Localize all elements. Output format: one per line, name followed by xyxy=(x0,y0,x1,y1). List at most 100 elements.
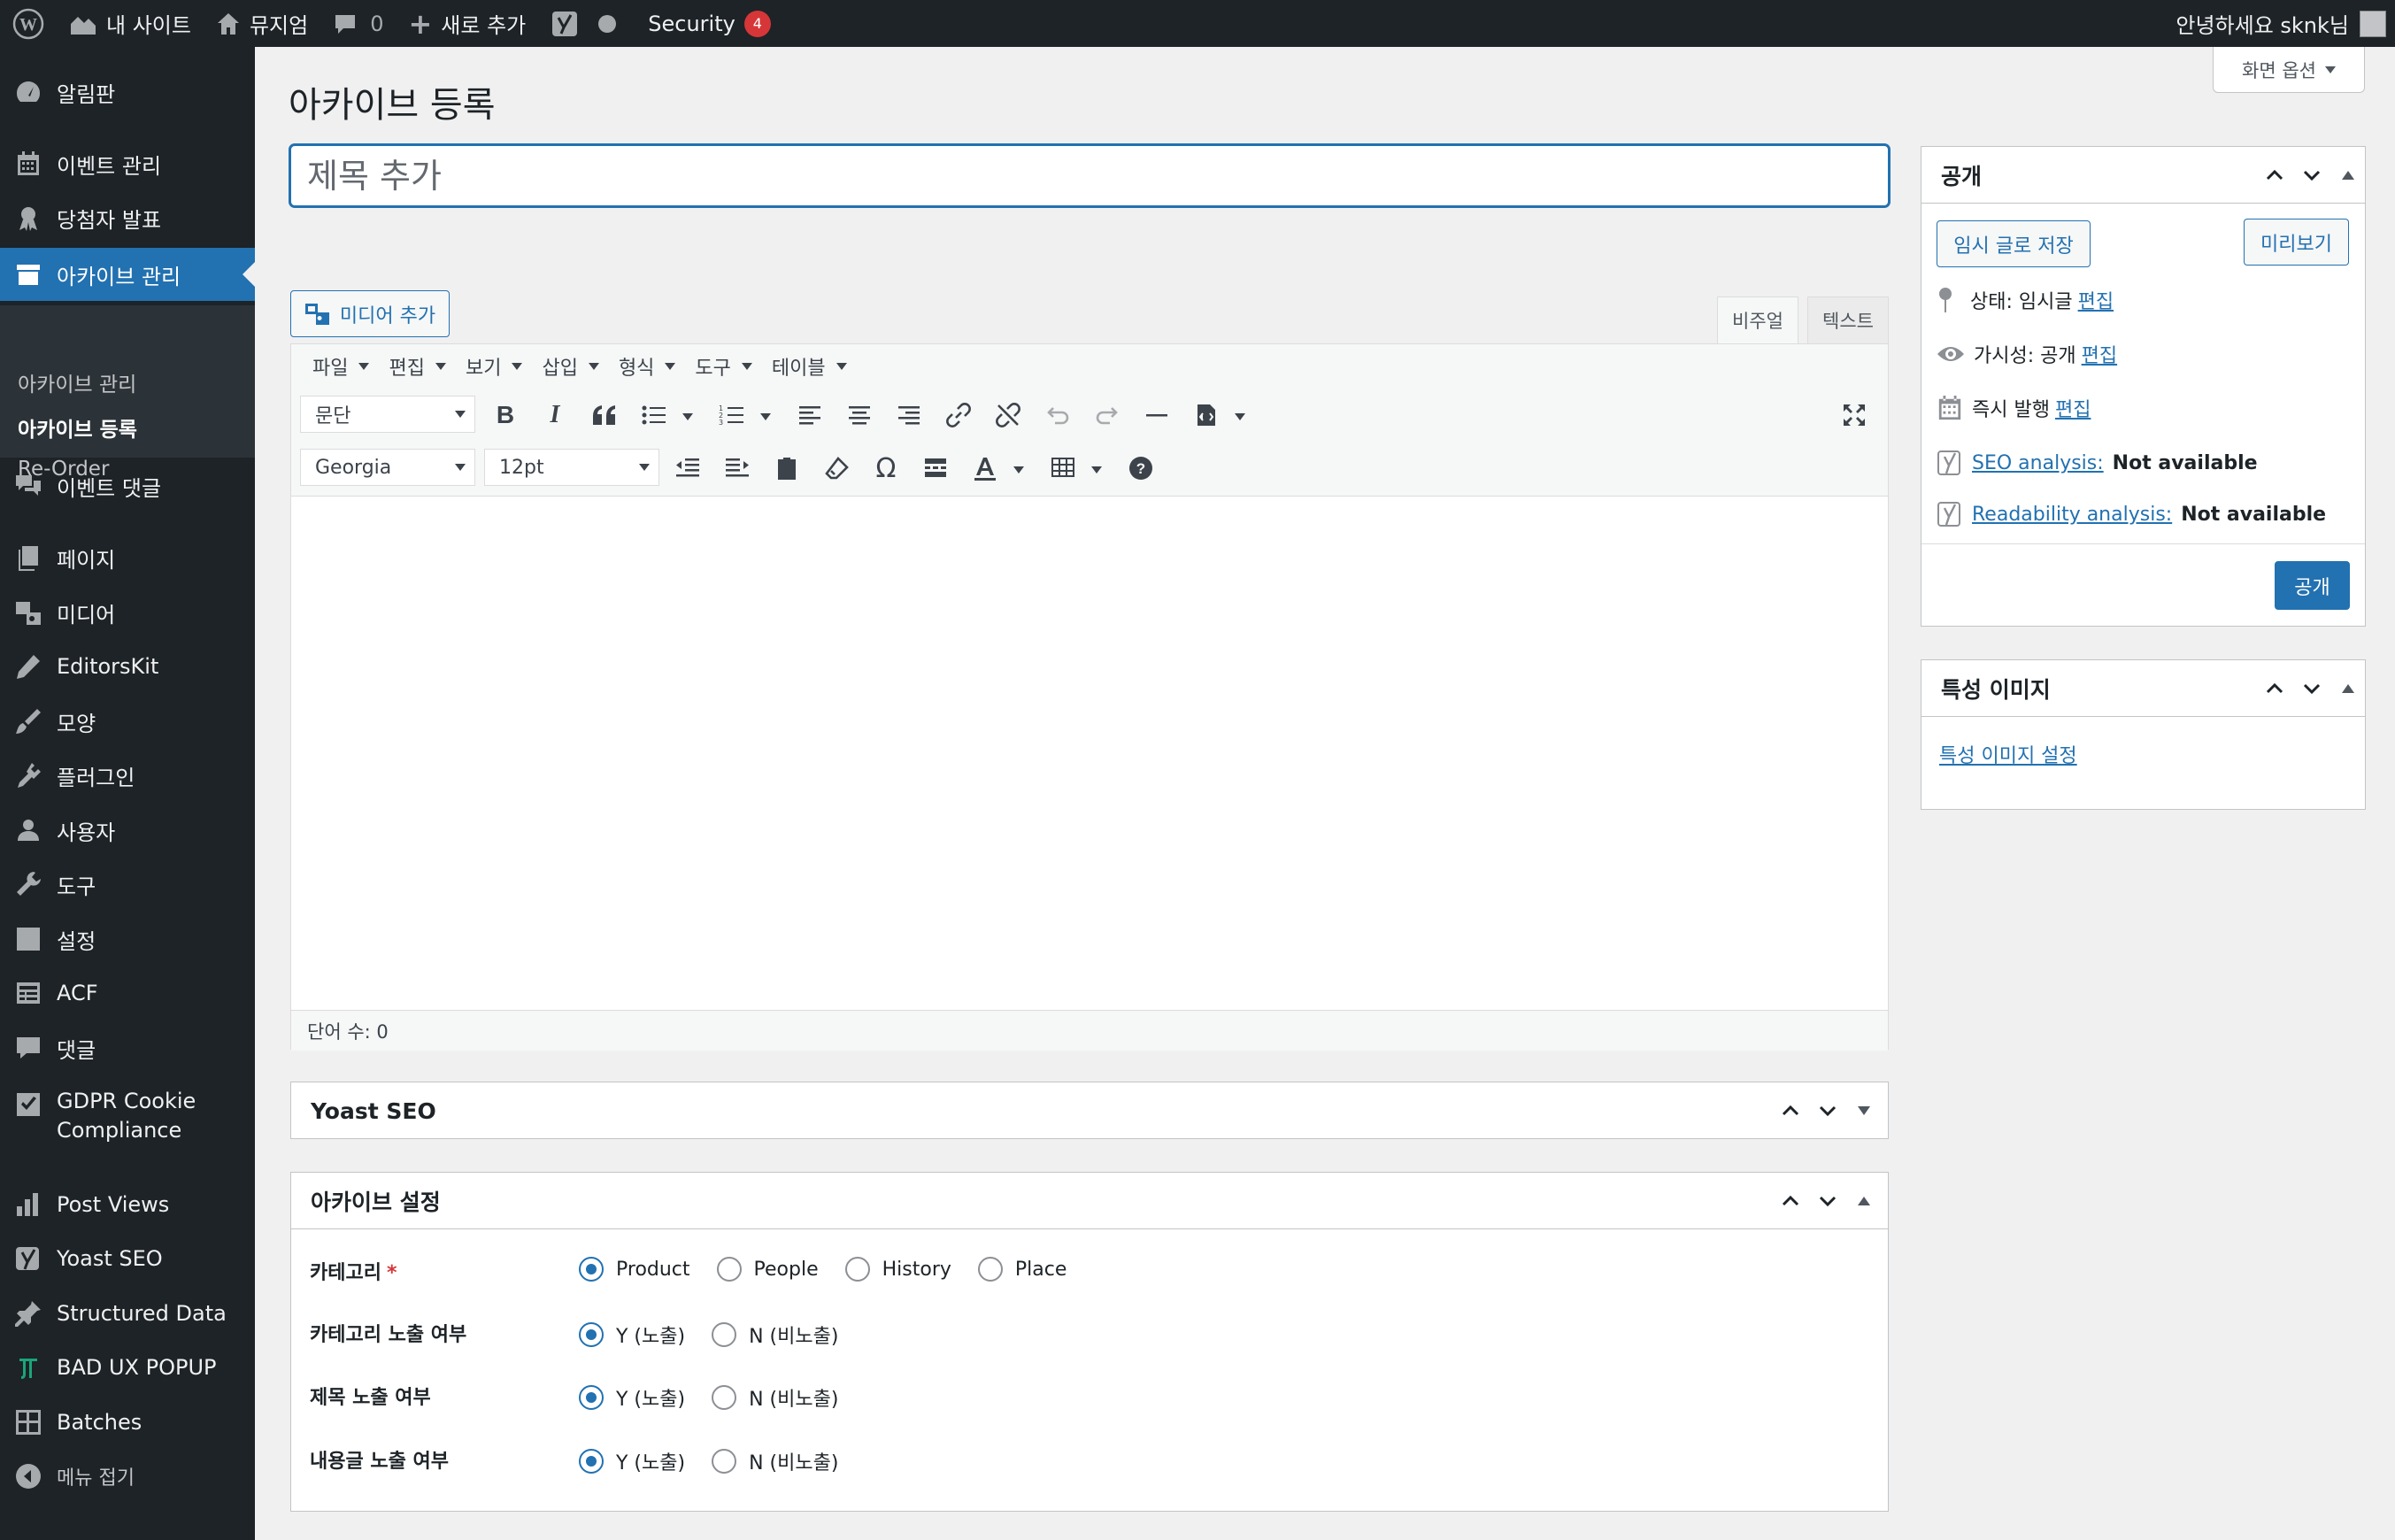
content-expose-no[interactable]: N (비노출) xyxy=(712,1447,838,1475)
radio-button[interactable] xyxy=(977,1257,1003,1282)
yoast-menu[interactable] xyxy=(538,0,628,47)
readability-analysis-link[interactable]: Readability analysis: xyxy=(1972,504,2172,526)
archive-settings-header[interactable]: 아카이브 설정 xyxy=(291,1173,1888,1229)
menu-format[interactable]: 형식 xyxy=(610,352,686,381)
move-down-icon[interactable] xyxy=(1815,1189,1840,1213)
menu-table[interactable]: 테이블 xyxy=(763,352,858,381)
edit-date-link[interactable]: 편집 xyxy=(2055,394,2091,422)
tab-visual[interactable]: 비주얼 xyxy=(1717,296,1798,344)
toggle-panel-icon[interactable] xyxy=(1858,1197,1870,1205)
title-expose-no[interactable]: N (비노출) xyxy=(712,1383,838,1412)
new-content-menu[interactable]: + 새로 추가 xyxy=(396,0,538,47)
yoast-seo-header[interactable]: Yoast SEO xyxy=(291,1082,1888,1139)
sidebar-item-bad-ux-popup[interactable]: BAD UX POPUP xyxy=(0,1348,255,1387)
sidebar-item-gdpr[interactable]: GDPR Cookie Compliance xyxy=(0,1087,255,1152)
numbered-list-caret-icon[interactable] xyxy=(760,413,771,420)
outdent-button[interactable] xyxy=(674,454,702,482)
bullet-list-caret-icon[interactable] xyxy=(682,413,693,420)
move-up-icon[interactable] xyxy=(1778,1189,1803,1213)
format-select[interactable]: 문단 xyxy=(300,396,475,433)
fullscreen-button[interactable] xyxy=(1840,401,1868,429)
sidebar-item-acf[interactable]: ACF xyxy=(0,974,255,1013)
radio-button[interactable] xyxy=(712,1322,737,1347)
my-account-menu[interactable]: 안녕하세요 sknk님 xyxy=(2176,0,2395,47)
sidebar-item-post-views[interactable]: Post Views xyxy=(0,1185,255,1224)
preview-button[interactable]: 미리보기 xyxy=(2244,219,2349,266)
category-expose-yes[interactable]: Y (노출) xyxy=(579,1321,685,1349)
toggle-panel-icon[interactable] xyxy=(2342,684,2354,693)
bullet-list-button[interactable] xyxy=(640,401,668,429)
code-block-button[interactable] xyxy=(1192,401,1221,429)
sidebar-item-appearance[interactable]: 모양 xyxy=(0,702,255,741)
submenu-archive-list[interactable]: 아카이브 관리 xyxy=(18,367,136,397)
text-color-caret-icon[interactable] xyxy=(1013,466,1024,474)
comments-menu[interactable]: 0 xyxy=(320,0,396,47)
move-up-icon[interactable] xyxy=(1778,1098,1803,1123)
numbered-list-button[interactable]: 123 xyxy=(718,401,746,429)
category-option-place[interactable]: Place xyxy=(977,1257,1067,1282)
radio-button[interactable] xyxy=(712,1449,737,1474)
sidebar-item-yoast[interactable]: Yoast SEO xyxy=(0,1239,255,1278)
content-expose-yes[interactable]: Y (노출) xyxy=(579,1447,685,1475)
save-draft-button[interactable]: 임시 글로 저장 xyxy=(1937,220,2091,267)
table-caret-icon[interactable] xyxy=(1091,466,1102,474)
align-right-button[interactable] xyxy=(895,401,923,429)
text-color-button[interactable] xyxy=(971,454,999,482)
radio-button[interactable] xyxy=(579,1322,604,1347)
move-down-icon[interactable] xyxy=(2299,676,2324,701)
wordpress-logo-icon[interactable]: W xyxy=(0,0,57,47)
sidebar-item-users[interactable]: 사용자 xyxy=(0,811,255,850)
add-media-button[interactable]: 미디어 추가 xyxy=(290,290,450,337)
indent-button[interactable] xyxy=(723,454,751,482)
editor-content-area[interactable] xyxy=(291,497,1888,1008)
seo-analysis-link[interactable]: SEO analysis: xyxy=(1972,452,2104,474)
submenu-archive-add[interactable]: 아카이브 등록 xyxy=(18,412,137,443)
title-expose-yes[interactable]: Y (노출) xyxy=(579,1383,685,1412)
menu-view[interactable]: 보기 xyxy=(457,352,533,381)
sidebar-item-events[interactable]: 이벤트 관리 xyxy=(0,144,255,183)
sidebar-item-dashboard[interactable]: 알림판 xyxy=(0,73,255,112)
sidebar-item-media[interactable]: 미디어 xyxy=(0,593,255,632)
font-size-select[interactable]: 12pt xyxy=(484,449,659,486)
sidebar-item-tools[interactable]: 도구 xyxy=(0,865,255,904)
tab-text[interactable]: 텍스트 xyxy=(1807,296,1889,344)
blockquote-button[interactable] xyxy=(590,401,619,429)
category-option-product[interactable]: Product xyxy=(579,1257,690,1282)
security-menu[interactable]: Security 4 xyxy=(635,0,783,47)
align-left-button[interactable] xyxy=(796,401,824,429)
read-more-button[interactable] xyxy=(921,454,950,482)
sidebar-item-editorskit[interactable]: EditorsKit xyxy=(0,647,255,686)
bold-button[interactable]: B xyxy=(491,401,520,429)
remove-link-button[interactable] xyxy=(994,401,1022,429)
toggle-panel-icon[interactable] xyxy=(1858,1106,1870,1115)
code-block-caret-icon[interactable] xyxy=(1235,413,1245,420)
align-center-button[interactable] xyxy=(845,401,874,429)
radio-button[interactable] xyxy=(579,1257,604,1282)
radio-button[interactable] xyxy=(579,1385,604,1410)
menu-insert[interactable]: 삽입 xyxy=(533,352,609,381)
paste-text-button[interactable] xyxy=(773,454,801,482)
undo-button[interactable] xyxy=(1043,401,1072,429)
radio-button[interactable] xyxy=(844,1257,870,1282)
sidebar-item-winners[interactable]: 당첨자 발표 xyxy=(0,198,255,237)
category-expose-no[interactable]: N (비노출) xyxy=(712,1321,838,1349)
sidebar-item-archive[interactable]: 아카이브 관리 xyxy=(0,248,255,301)
sidebar-item-event-comments[interactable]: 이벤트 댓글 xyxy=(0,466,255,505)
sidebar-item-plugins[interactable]: 플러그인 xyxy=(0,756,255,795)
redo-button[interactable] xyxy=(1093,401,1121,429)
sidebar-item-structured-data[interactable]: Structured Data xyxy=(0,1294,255,1333)
category-option-history[interactable]: History xyxy=(844,1257,951,1282)
post-title-input[interactable] xyxy=(289,144,1890,207)
toggle-panel-icon[interactable] xyxy=(2342,171,2354,180)
font-family-select[interactable]: Georgia xyxy=(300,449,475,486)
menu-edit[interactable]: 편집 xyxy=(380,352,456,381)
category-option-people[interactable]: People xyxy=(716,1257,819,1282)
menu-file[interactable]: 파일 xyxy=(304,352,380,381)
screen-options-button[interactable]: 화면 옵션 xyxy=(2213,47,2365,93)
set-featured-image-link[interactable]: 특성 이미지 설정 xyxy=(1939,740,2077,768)
my-sites-menu[interactable]: 내 사이트 xyxy=(57,0,204,47)
publish-button[interactable]: 공개 xyxy=(2275,561,2350,610)
edit-status-link[interactable]: 편집 xyxy=(2078,286,2114,314)
move-down-icon[interactable] xyxy=(2299,163,2324,188)
help-button[interactable]: ? xyxy=(1127,454,1155,482)
